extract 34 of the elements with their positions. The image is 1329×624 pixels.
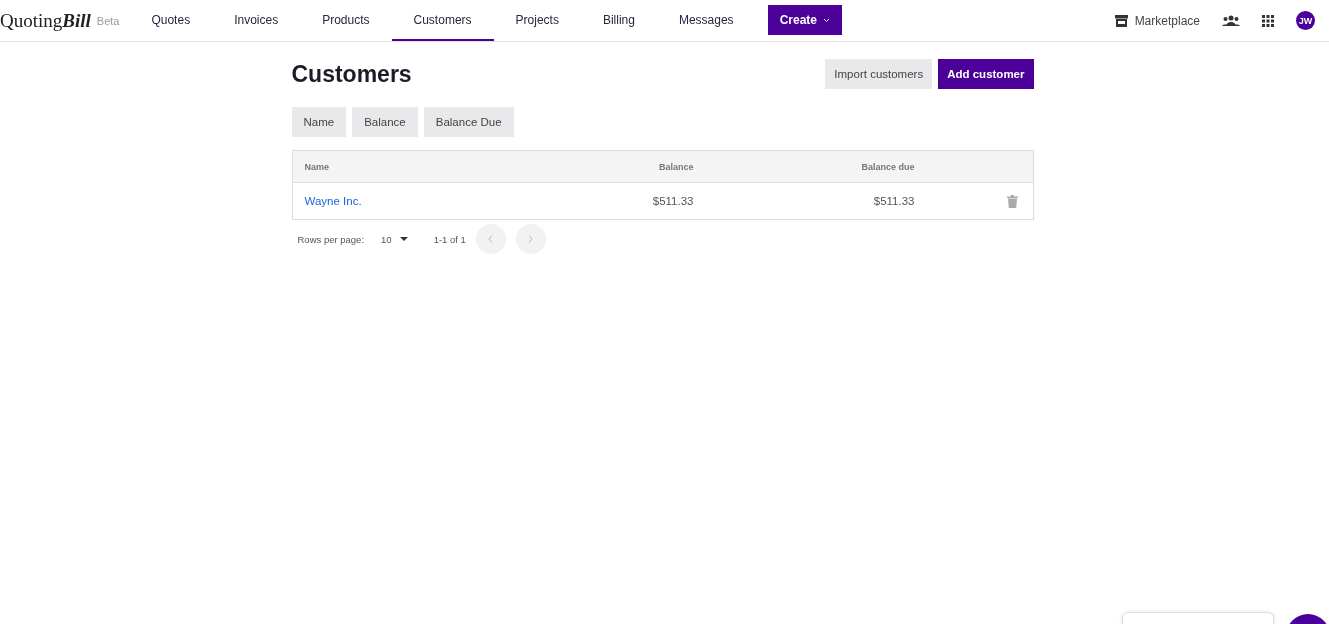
rows-per-page-label: Rows per page: <box>297 233 365 245</box>
nav-tab[interactable]: Customers <box>391 0 494 41</box>
sort-button[interactable]: Balance <box>352 107 418 137</box>
nav-tab[interactable]: Invoices <box>212 0 301 41</box>
store-icon <box>1114 14 1128 27</box>
people-icon[interactable] <box>1222 15 1240 26</box>
nav-tab[interactable]: Products <box>300 0 392 41</box>
beta-label: Beta <box>96 14 120 27</box>
import-button[interactable]: Import customers <box>825 59 933 89</box>
marketplace-link[interactable]: Marketplace <box>1114 13 1200 28</box>
sort-button[interactable]: Balance Due <box>423 107 514 137</box>
sort-button[interactable]: Name <box>291 107 347 137</box>
nav-tab[interactable]: Messages <box>656 0 756 41</box>
table-cell: $511.33 <box>873 195 915 207</box>
brand-logo[interactable]: QuotingBill <box>0 9 91 32</box>
page-range: 1-1 of 1 <box>433 233 466 245</box>
column-header: Balance <box>658 161 694 172</box>
apps-grid-icon[interactable] <box>1262 14 1274 27</box>
caret-icon <box>399 237 408 241</box>
chevron-down-icon <box>823 17 830 23</box>
create-button[interactable]: Create <box>767 5 842 35</box>
user-avatar[interactable]: JW <box>1296 11 1315 30</box>
add-button[interactable]: Add customer <box>938 59 1034 89</box>
column-header: Balance due <box>861 161 915 172</box>
nav-tab[interactable]: Projects <box>493 0 581 41</box>
chevron-left-icon <box>488 235 494 243</box>
chevron-right-icon <box>528 235 534 243</box>
column-header: Name <box>304 161 329 172</box>
rows-select[interactable]: 10 <box>381 233 408 245</box>
table-cell: $511.33 <box>652 195 694 207</box>
nav-tab[interactable]: Billing <box>580 0 657 41</box>
nav-tab[interactable]: Quotes <box>129 0 213 41</box>
customer-link[interactable]: Wayne Inc. <box>304 195 505 207</box>
page-title: Customers <box>291 60 412 88</box>
